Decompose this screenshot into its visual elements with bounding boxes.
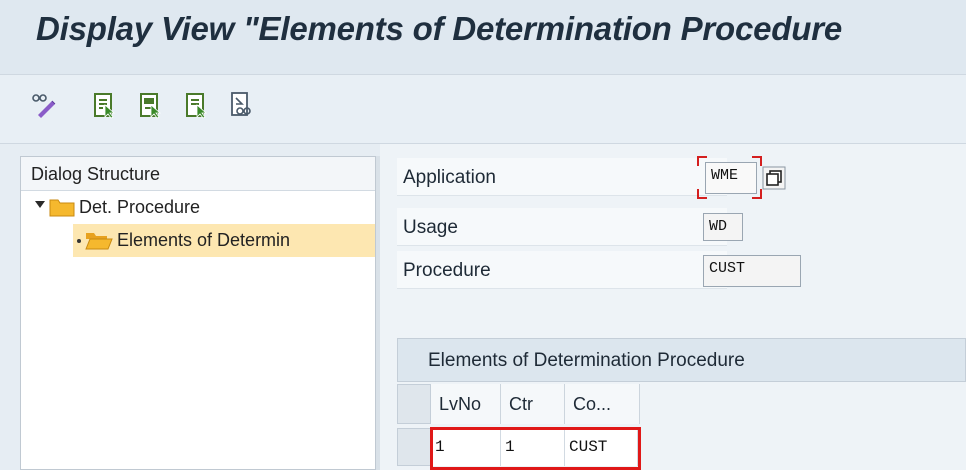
entry-icon-3[interactable] [183,91,211,119]
expand-arrow-icon[interactable] [35,201,45,208]
tree-item-label: Det. Procedure [79,197,201,217]
copy-icon[interactable] [762,166,786,190]
entry-icon-1[interactable] [91,91,119,119]
folder-icon [49,199,75,217]
column-header-co[interactable]: Co... [565,384,640,424]
column-header-ctr[interactable]: Ctr [501,384,565,424]
column-header-lvno[interactable]: LvNo [431,384,501,424]
highlight-box [430,427,641,470]
procedure-row: Procedure [397,251,727,289]
select-all-button[interactable] [397,384,431,424]
title-bar: Display View "Elements of Determination … [0,0,966,74]
usage-label: Usage [403,217,458,238]
usage-field[interactable]: WD [703,213,743,241]
entry-icon-2[interactable] [137,91,165,119]
usage-row: Usage [397,208,727,246]
procedure-field[interactable]: CUST [703,255,801,287]
focus-corner [697,156,707,166]
bullet-icon [77,239,81,243]
application-row: Application [397,158,727,196]
focus-corner [697,189,707,199]
focus-corner [752,189,762,199]
toolbar [0,74,966,144]
focus-corner [752,156,762,166]
procedure-label: Procedure [403,260,491,281]
row-selector[interactable] [397,428,431,466]
open-folder-icon [85,233,113,250]
dialog-structure-panel: Dialog Structure Det. Procedure Elements… [20,156,376,470]
dialog-structure-title: Dialog Structure [21,157,375,191]
tree-item-elements[interactable]: Elements of Determin [73,224,375,257]
application-field[interactable]: WME [705,162,757,194]
application-label: Application [403,167,496,188]
change-display-icon[interactable] [30,91,58,119]
page-title: Display View "Elements of Determination … [36,10,843,47]
find-entries-icon[interactable] [228,91,256,119]
tree-item-det-procedure[interactable]: Det. Procedure [21,191,375,224]
table-title: Elements of Determination Procedure [397,338,966,382]
tree-item-label: Elements of Determin [117,230,291,250]
